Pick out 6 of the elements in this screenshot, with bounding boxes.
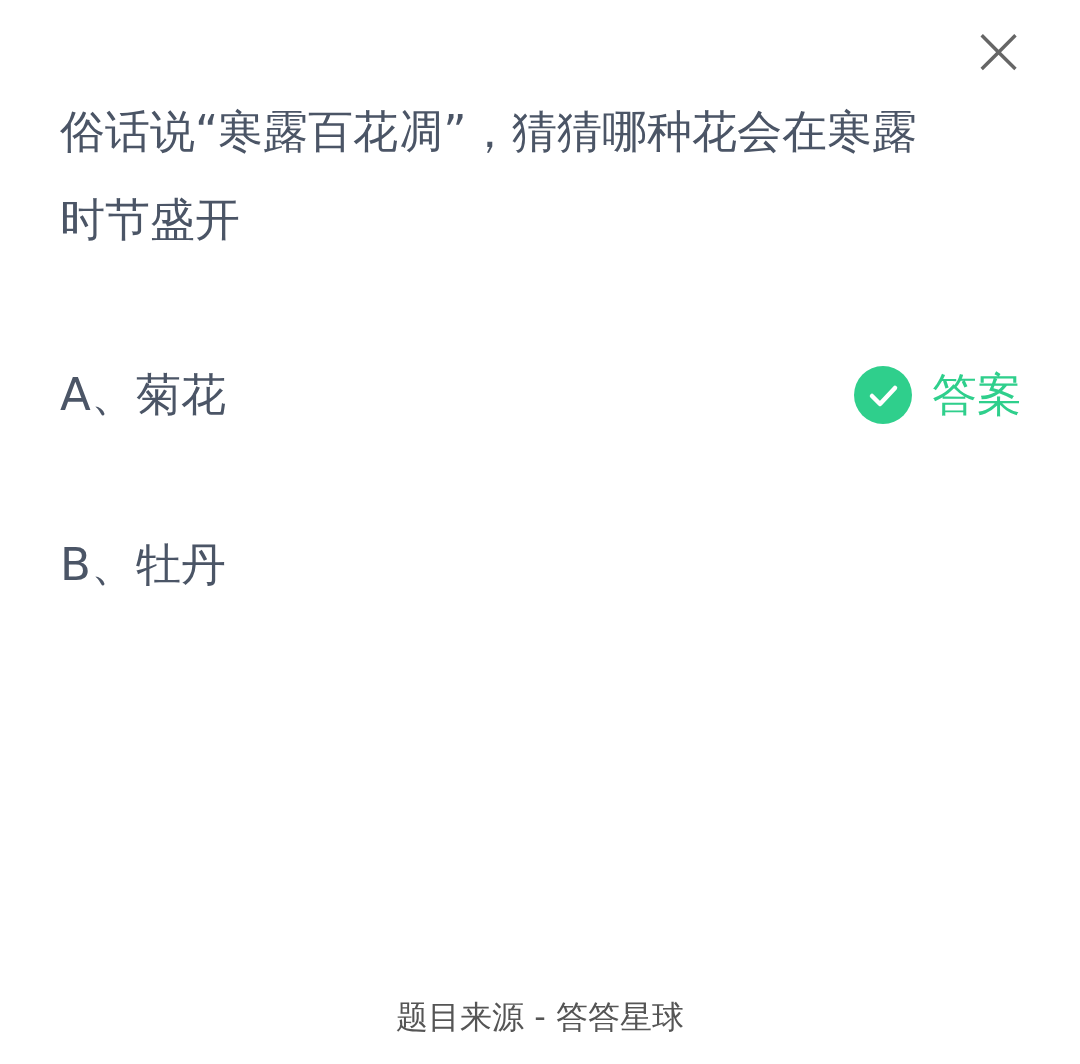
option-text[interactable]: A、菊花: [60, 365, 226, 425]
close-button[interactable]: ×: [961, 14, 1036, 86]
source-text: 题目来源 - 答答星球: [395, 997, 685, 1038]
option-text[interactable]: B、牡丹: [60, 535, 226, 595]
question-text: 俗话说“寒露百花凋”，猜猜哪种花会在寒露时节盛开: [59, 104, 918, 248]
answer-label: 答案: [932, 367, 1022, 423]
